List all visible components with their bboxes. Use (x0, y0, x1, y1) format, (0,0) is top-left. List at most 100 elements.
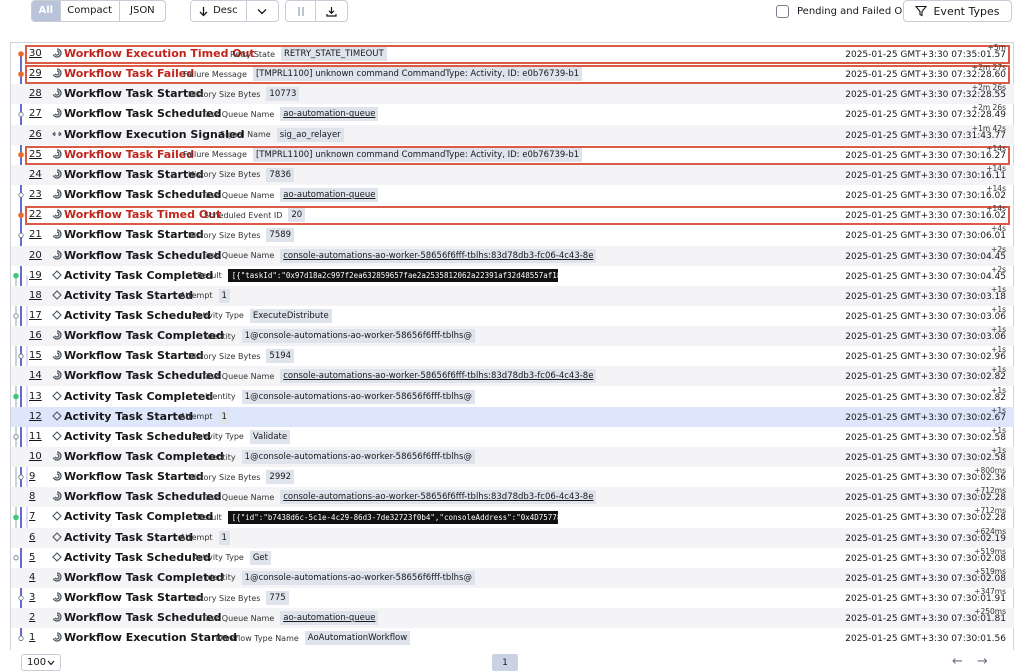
event-id-link[interactable]: 12 (29, 411, 42, 422)
event-id-link[interactable]: 26 (29, 129, 42, 140)
event-attribute-value[interactable]: console-automations-ao-worker-58656f6fff… (280, 490, 597, 505)
event-attribute-label: Signal Name (220, 130, 271, 140)
event-attribute-value: ExecuteDistribute (249, 308, 332, 323)
view-json-button[interactable]: JSON (120, 1, 165, 21)
event-attribute-value: 1@console-automations-ao-worker-58656f6f… (241, 570, 475, 585)
event-row[interactable]: 28 Workflow Task Started History Size Byte… (11, 83, 1014, 105)
event-id-link[interactable]: 18 (29, 290, 42, 301)
event-row[interactable]: 14 Workflow Task Scheduled Task Queue Name… (11, 365, 1014, 387)
event-history-list: 30 Workflow Execution Timed Out Retry Stat… (10, 42, 1014, 650)
sort-dropdown-button[interactable] (247, 1, 278, 21)
event-id-link[interactable]: 13 (29, 391, 42, 402)
event-timestamp: 2025-01-25 GMT+3:30 07:30:04.45 (845, 251, 1006, 262)
event-row[interactable]: 20 Workflow Task Scheduled Task Queue Name… (11, 245, 1014, 266)
event-row[interactable]: 1 Workflow Execution Started Workflow Type… (11, 628, 1014, 648)
event-id-link[interactable]: 24 (29, 169, 42, 180)
event-id-link[interactable]: 29 (29, 68, 42, 79)
event-row[interactable]: 24 Workflow Task Started History Size Byte… (11, 164, 1014, 185)
event-row[interactable]: 26 Workflow Execution Signaled Signal Name… (11, 124, 1014, 145)
event-row[interactable]: 5 Activity Task Scheduled Activity Type Get… (11, 547, 1014, 568)
event-row[interactable]: 2 Workflow Task Scheduled Task Queue Name a… (11, 607, 1014, 629)
event-id-link[interactable]: 3 (29, 592, 35, 603)
event-row[interactable]: 23 Workflow Task Scheduled Task Queue Name… (11, 184, 1014, 205)
event-attribute-value: [TMPRL1100] unknown command CommandType:… (252, 67, 583, 82)
event-attribute-value: AoAutomationWorkflow (304, 631, 411, 646)
pending-failed-checkbox[interactable] (776, 4, 789, 18)
event-row[interactable]: 27 Workflow Task Scheduled Task Queue Name… (11, 103, 1014, 124)
event-row[interactable]: 29 Workflow Task Failed Failure Message [TM… (11, 63, 1014, 85)
event-id-link[interactable]: 10 (29, 451, 42, 462)
next-page-icon[interactable]: → (977, 654, 988, 669)
event-row[interactable]: 11 Activity Task Scheduled Activity Type Va… (11, 426, 1014, 447)
event-timestamp: 2025-01-25 GMT+3:30 07:30:02.19 (845, 533, 1006, 544)
event-row[interactable]: 10 Workflow Task Completed Identity 1@conso… (11, 446, 1014, 467)
event-id-link[interactable]: 4 (29, 572, 35, 583)
view-all-button[interactable]: All (32, 1, 61, 21)
event-row[interactable]: 25 Workflow Task Failed Failure Message [TM… (11, 144, 1014, 165)
event-attribute-value[interactable]: console-automations-ao-worker-58656f6fff… (280, 369, 597, 384)
event-row[interactable]: 17 Activity Task Scheduled Activity Type Ex… (11, 305, 1014, 326)
event-id-link[interactable]: 6 (29, 532, 35, 543)
event-row[interactable]: 8 Workflow Task Scheduled Task Queue Name c… (11, 486, 1014, 508)
sort-order-button[interactable]: Desc (191, 1, 247, 21)
event-row[interactable]: 30 Workflow Execution Timed Out Retry Stat… (11, 43, 1014, 64)
event-attribute: Activity Type ExecuteDistribute (193, 308, 332, 324)
event-row[interactable]: 19 Activity Task Completed Result [{"taskId… (11, 265, 1014, 286)
event-id-link[interactable]: 20 (29, 250, 42, 261)
event-attribute-value: 5194 (266, 349, 295, 364)
event-row[interactable]: 15 Workflow Task Started History Size Byte… (11, 345, 1014, 366)
signal-icon (52, 129, 62, 139)
event-attribute-value: 1@console-automations-ao-worker-58656f6f… (241, 389, 475, 404)
previous-page-icon[interactable]: ← (952, 654, 963, 669)
event-row[interactable]: 9 Workflow Task Started History Size Bytes… (11, 466, 1014, 487)
event-id-link[interactable]: 16 (29, 330, 42, 341)
event-id-link[interactable]: 14 (29, 370, 42, 381)
event-id-link[interactable]: 28 (29, 88, 42, 99)
event-row[interactable]: 22 Workflow Task Timed Out Scheduled Event… (11, 204, 1014, 226)
event-row[interactable]: 16 Workflow Task Completed Identity 1@conso… (11, 325, 1014, 347)
event-id-link[interactable]: 9 (29, 471, 35, 482)
event-id-link[interactable]: 22 (29, 209, 42, 220)
event-attribute-value: Get (249, 550, 271, 565)
event-id-link[interactable]: 11 (29, 431, 42, 442)
event-timestamp: 2025-01-25 GMT+3:30 07:30:03.06 (845, 311, 1006, 322)
pending-failed-filter[interactable]: Pending and Failed Only (776, 3, 917, 19)
event-timestamp: 2025-01-25 GMT+3:30 07:35:01.57 (845, 50, 1006, 60)
download-button[interactable] (316, 1, 347, 21)
event-id-link[interactable]: 25 (29, 149, 42, 160)
event-id-link[interactable]: 1 (29, 632, 35, 643)
event-row[interactable]: 13 Activity Task Completed Identity 1@conso… (11, 386, 1014, 407)
event-id-link[interactable]: 5 (29, 552, 35, 563)
event-attribute-value[interactable]: ao-automation-queue (280, 188, 379, 203)
event-row[interactable]: 6 Activity Task Started Attempt 1 +624ms 2025… (11, 527, 1014, 548)
event-id-link[interactable]: 17 (29, 310, 42, 321)
event-id-link[interactable]: 2 (29, 612, 35, 623)
view-compact-button[interactable]: Compact (61, 1, 120, 21)
event-id-link[interactable]: 23 (29, 189, 42, 200)
event-attribute: Signal Name sig_ao_relayer (220, 127, 344, 143)
event-id-link[interactable]: 21 (29, 229, 42, 240)
event-id-link[interactable]: 8 (29, 491, 35, 502)
event-row[interactable]: 4 Workflow Task Completed Identity 1@consol… (11, 567, 1014, 588)
event-row[interactable]: 12 Activity Task Started Attempt 1 +1s 2025-0… (11, 406, 1014, 427)
event-row[interactable]: 3 Workflow Task Started History Size Bytes… (11, 587, 1014, 608)
event-attribute-value[interactable]: ao-automation-queue (280, 611, 379, 626)
event-id-link[interactable]: 19 (29, 270, 42, 281)
event-row[interactable]: 18 Activity Task Started Attempt 1 +1s 2025-0… (11, 285, 1014, 306)
event-types-button[interactable]: Event Types (903, 0, 1012, 22)
event-id-link[interactable]: 7 (29, 511, 35, 522)
event-id-link[interactable]: 27 (29, 108, 42, 119)
event-id-link[interactable]: 30 (29, 48, 42, 59)
event-type-name: Workflow Task Completed (64, 450, 224, 463)
event-row[interactable]: 7 Activity Task Completed Result [{"id":"b7… (11, 506, 1014, 527)
event-row[interactable]: 21 Workflow Task Started History Size Byte… (11, 224, 1014, 245)
event-attribute: Task Queue Name console-automations-ao-wo… (202, 248, 597, 264)
event-id-link[interactable]: 15 (29, 350, 42, 361)
per-page-select[interactable]: 100 (21, 654, 61, 671)
pause-button[interactable] (286, 1, 317, 21)
arrow-down-icon (199, 6, 208, 16)
page-button-current[interactable]: 1 (492, 654, 518, 671)
event-attribute-value[interactable]: ao-automation-queue (280, 107, 379, 122)
event-attribute-value[interactable]: console-automations-ao-worker-58656f6fff… (280, 248, 597, 263)
event-type-name: Workflow Execution Signaled (64, 127, 245, 141)
